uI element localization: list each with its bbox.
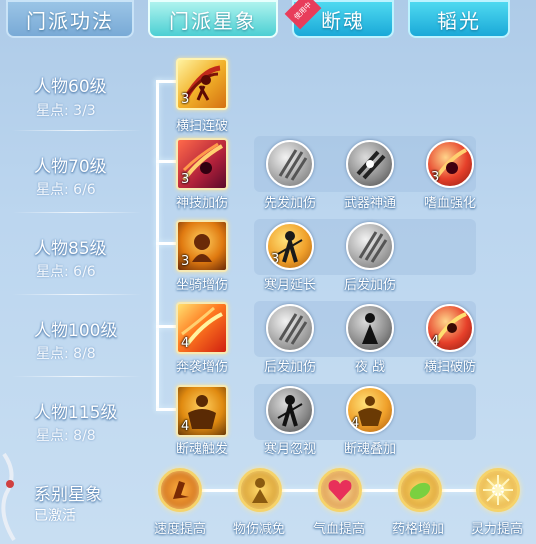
- constellation-label: 灵力提高: [470, 522, 523, 537]
- skill-label: 断魂触发: [175, 442, 228, 457]
- skill-label: 后发加伤: [343, 278, 396, 293]
- skill-label: 后发加伤: [263, 360, 316, 375]
- skill-soul-stack[interactable]: 4: [346, 386, 394, 434]
- row-stars-70: 星点: 6/6: [36, 182, 96, 198]
- skill-label: 神技加伤: [175, 196, 228, 211]
- constellation-hp[interactable]: [318, 468, 362, 512]
- tree-branch: [156, 408, 178, 411]
- tab-bar: 门派功法 门派星象 使用中 断魂 韬光: [0, 0, 536, 40]
- skill-weapon-mastery[interactable]: [346, 140, 394, 188]
- skill-label: 嗜血强化: [423, 196, 476, 211]
- skill-label: 横扫连破: [175, 119, 228, 134]
- heart-icon: [328, 480, 352, 501]
- blades-icon: [278, 313, 308, 345]
- skill-level-count: 4: [351, 416, 360, 431]
- skill-night-battle[interactable]: [346, 304, 394, 352]
- skill-charge-dmg[interactable]: 4: [176, 302, 228, 354]
- decoration-ornament: [1, 452, 16, 542]
- constellation-status: 已激活: [34, 508, 76, 524]
- skill-label: 夜 战: [354, 360, 386, 375]
- skill-label: 寒月忽视: [263, 442, 316, 457]
- tree-branch: [156, 325, 178, 328]
- row-stars-115: 星点: 8/8: [36, 428, 96, 444]
- divider: [12, 294, 142, 295]
- row-stars-100: 星点: 8/8: [36, 346, 96, 362]
- skill-first-strike[interactable]: [266, 140, 314, 188]
- constellation-label: 速度提高: [153, 522, 206, 537]
- skill-level-count: 3: [181, 254, 190, 269]
- skill-late-strike[interactable]: [346, 222, 394, 270]
- swordsman-icon: [277, 395, 303, 427]
- skill-level-count: 3: [181, 172, 190, 187]
- row-stars-85: 星点: 6/6: [36, 264, 96, 280]
- tree-branch: [156, 160, 178, 163]
- skill-level-count: 4: [181, 419, 190, 434]
- skill-soul-trigger[interactable]: 4: [176, 385, 228, 437]
- skill-divine-dmg[interactable]: 3: [176, 138, 228, 190]
- row-level-85: 人物85级: [34, 239, 107, 259]
- tree-branch: [156, 242, 178, 245]
- skill-cold-moon-extend[interactable]: 3: [266, 222, 314, 270]
- skill-label: 坐骑增伤: [175, 278, 228, 293]
- constellation-title: 系别星象: [34, 485, 102, 505]
- blades-icon: [358, 231, 388, 263]
- skill-level-count: 3: [271, 252, 280, 267]
- spirit-burst-icon: [483, 475, 513, 505]
- speed-boot-icon: [173, 481, 189, 499]
- skill-mount-dmg[interactable]: 3: [176, 220, 228, 272]
- skill-label: 武器神通: [343, 196, 396, 211]
- skill-horizontal-sweep[interactable]: 3: [176, 58, 228, 110]
- tab-duanhun[interactable]: 使用中 断魂: [284, 0, 394, 38]
- row-stars-60: 星点: 3/3: [36, 103, 96, 119]
- row-level-60: 人物60级: [34, 77, 107, 97]
- divider: [12, 212, 142, 213]
- skill-level-count: 3: [431, 170, 440, 185]
- defender-icon: [252, 478, 268, 503]
- skill-label: 奔袭增伤: [175, 360, 228, 375]
- skill-label: 断魂叠加: [343, 442, 396, 457]
- tab-sect-stars[interactable]: 门派星象: [148, 0, 278, 38]
- row-level-70: 人物70级: [34, 157, 107, 177]
- constellation-potion[interactable]: [398, 468, 442, 512]
- skill-label: 寒月延长: [263, 278, 316, 293]
- warrior-icon: [362, 313, 378, 344]
- blades-icon: [278, 149, 308, 181]
- skill-cold-moon-ignore[interactable]: [266, 386, 314, 434]
- divider: [12, 376, 142, 377]
- skill-label: 横扫破防: [423, 360, 476, 375]
- divider: [12, 130, 142, 131]
- skill-late-strike-2[interactable]: [266, 304, 314, 352]
- tab-taoguang[interactable]: 韬光: [408, 0, 510, 38]
- skill-label: 先发加伤: [263, 196, 316, 211]
- skill-sweep-armor-break[interactable]: 4: [426, 304, 474, 352]
- constellation-label: 药格增加: [391, 522, 444, 537]
- tree-branch: [156, 80, 178, 83]
- constellation-speed[interactable]: [158, 468, 202, 512]
- skill-level-count: 4: [181, 336, 190, 351]
- skill-level-count: 3: [181, 92, 190, 107]
- constellation-label: 气血提高: [312, 522, 365, 537]
- skill-level-count: 4: [431, 334, 440, 349]
- row-level-115: 人物115级: [34, 403, 118, 423]
- weapon-icon: [356, 150, 386, 180]
- constellation-spirit[interactable]: [476, 468, 520, 512]
- tab-duanhun-label: 断魂: [321, 8, 365, 33]
- tree-trunk: [156, 80, 159, 410]
- in-use-badge: 使用中: [284, 0, 322, 30]
- constellation-label: 物伤减免: [232, 522, 285, 537]
- row-level-100: 人物100级: [34, 321, 118, 341]
- constellation-phys-reduce[interactable]: [238, 468, 282, 512]
- herb-icon: [409, 482, 431, 500]
- tab-sect-skills[interactable]: 门派功法: [6, 0, 134, 38]
- skill-bloodlust[interactable]: 3: [426, 140, 474, 188]
